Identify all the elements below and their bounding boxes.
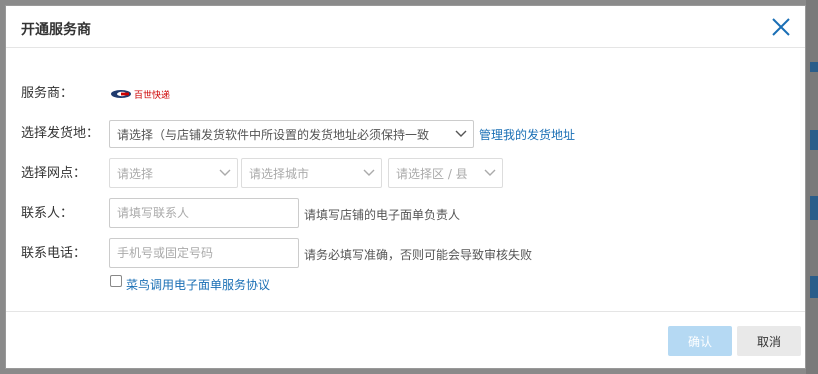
provider-logo: 百世快递 bbox=[110, 86, 198, 102]
cancel-button[interactable]: 取消 bbox=[737, 326, 801, 356]
agreement-checkbox[interactable] bbox=[110, 275, 122, 287]
ship-from-select[interactable]: 请选择（与店铺发货软件中所设置的发货地址必须保持一致 bbox=[109, 120, 474, 148]
branch-label: 选择网点： bbox=[21, 166, 87, 181]
background-page-right-edge bbox=[806, 0, 818, 374]
city-select[interactable]: 请选择城市 bbox=[241, 158, 382, 188]
contact-label: 联系人： bbox=[21, 206, 74, 221]
agreement-link[interactable]: 菜鸟调用电子面单服务协议 bbox=[126, 276, 270, 293]
provider-label: 服务商： bbox=[21, 86, 74, 101]
provider-logo-text: 百世快递 bbox=[134, 90, 171, 101]
phone-hint: 请务必填写准确，否则可能会导致审核失败 bbox=[304, 248, 533, 262]
dialog-title: 开通服务商 bbox=[21, 22, 91, 38]
background-edge-mark bbox=[810, 62, 818, 72]
contact-hint: 请填写店铺的电子面单负责人 bbox=[304, 208, 461, 222]
background-edge-mark bbox=[810, 196, 818, 220]
background-edge-mark bbox=[810, 276, 818, 298]
manage-ship-address-link[interactable]: 管理我的发货地址 bbox=[479, 126, 575, 143]
background-edge-mark bbox=[810, 130, 818, 150]
district-select[interactable]: 请选择区 / 县 bbox=[388, 158, 503, 188]
chevron-down-icon bbox=[484, 169, 496, 176]
phone-input[interactable] bbox=[109, 238, 299, 268]
province-select[interactable]: 请选择 bbox=[109, 158, 238, 188]
province-select-placeholder: 请选择 bbox=[117, 166, 154, 181]
chevron-down-icon bbox=[363, 169, 375, 176]
chevron-down-icon bbox=[219, 169, 231, 176]
provider-logo-mark-icon bbox=[111, 90, 131, 98]
district-select-placeholder: 请选择区 / 县 bbox=[396, 166, 468, 181]
open-service-provider-dialog: 开通服务商 服务商： 百世快递 选择发货地： 请选择（与店铺发货软件中所设置的发… bbox=[5, 5, 806, 369]
ship-from-label: 选择发货地： bbox=[21, 126, 100, 141]
contact-input[interactable] bbox=[109, 198, 299, 228]
dialog-header: 开通服务商 bbox=[6, 6, 805, 48]
chevron-down-icon bbox=[455, 130, 467, 137]
close-icon[interactable] bbox=[769, 15, 793, 39]
city-select-placeholder: 请选择城市 bbox=[249, 166, 310, 181]
phone-label: 联系电话： bbox=[21, 246, 87, 261]
ship-from-select-value: 请选择（与店铺发货软件中所设置的发货地址必须保持一致 bbox=[117, 127, 430, 142]
confirm-button[interactable]: 确认 bbox=[668, 326, 732, 356]
